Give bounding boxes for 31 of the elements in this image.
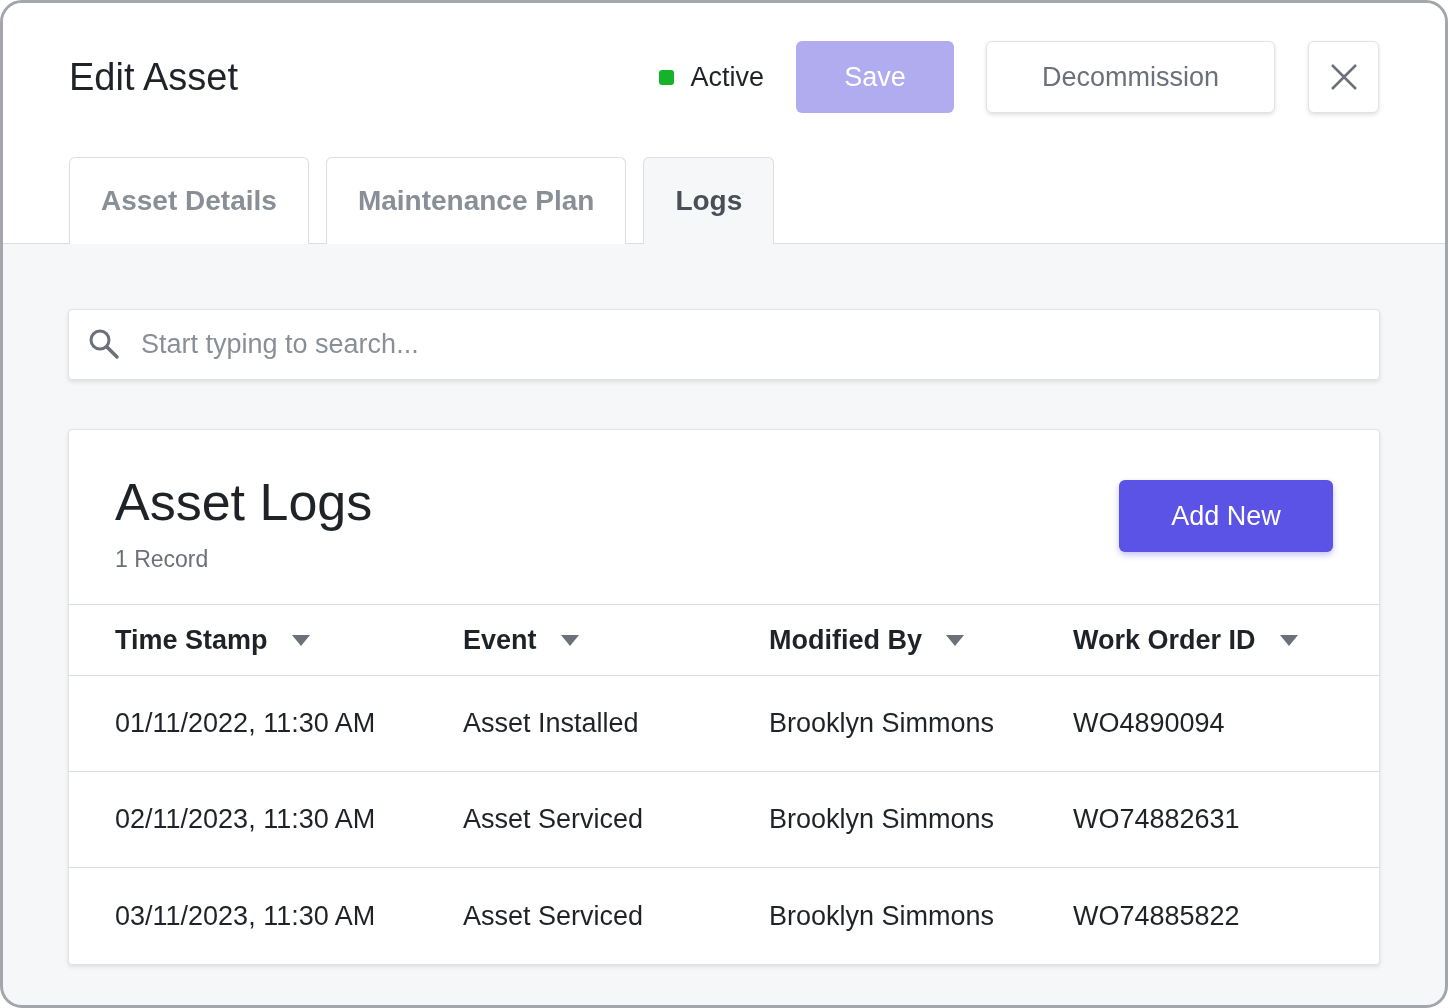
table-cell-text: Asset Serviced — [463, 803, 645, 837]
table-cell-text: WO74882631 — [1073, 803, 1241, 837]
record-count: 1 Record — [115, 545, 210, 574]
table-cell-text: Brooklyn Simmons — [769, 899, 996, 933]
caret-icon[interactable] — [560, 634, 579, 646]
decommission-button[interactable]: Decommission — [986, 41, 1275, 113]
table-cell-text: WO4890094 — [1073, 707, 1226, 741]
table-cell-text: Asset Serviced — [463, 899, 645, 933]
search-field[interactable]: Start typing to search... — [68, 309, 1380, 380]
table-cell-text: Brooklyn Simmons — [769, 803, 996, 837]
table-cell-text: Asset Installed — [463, 707, 640, 741]
close-icon — [1329, 63, 1358, 91]
caret-icon[interactable] — [291, 634, 310, 646]
card-title: Asset Logs — [115, 472, 373, 533]
table-cell-text: 02/11/2023, 11:30 AM — [115, 803, 377, 837]
column-header[interactable]: Event — [463, 619, 537, 661]
table-cell-text: 03/11/2023, 11:30 AM — [115, 899, 377, 933]
table-cell-text: WO74885822 — [1073, 899, 1241, 933]
table-cell-text: 01/11/2022, 11:30 AM — [115, 707, 377, 741]
column-header[interactable]: Modified By — [769, 619, 922, 661]
caret-icon[interactable] — [1279, 634, 1298, 646]
column-header[interactable]: Time Stamp — [115, 619, 268, 661]
column-header[interactable]: Work Order ID — [1073, 619, 1256, 661]
table-cell-text: Brooklyn Simmons — [769, 707, 996, 741]
tab[interactable]: Logs — [643, 157, 775, 244]
search-icon — [88, 328, 120, 360]
add-new-button[interactable]: Add New — [1119, 480, 1333, 552]
status-label: Active — [690, 60, 764, 94]
close-button[interactable] — [1308, 41, 1379, 113]
page-title: Edit Asset — [69, 54, 239, 100]
caret-icon[interactable] — [946, 634, 964, 646]
